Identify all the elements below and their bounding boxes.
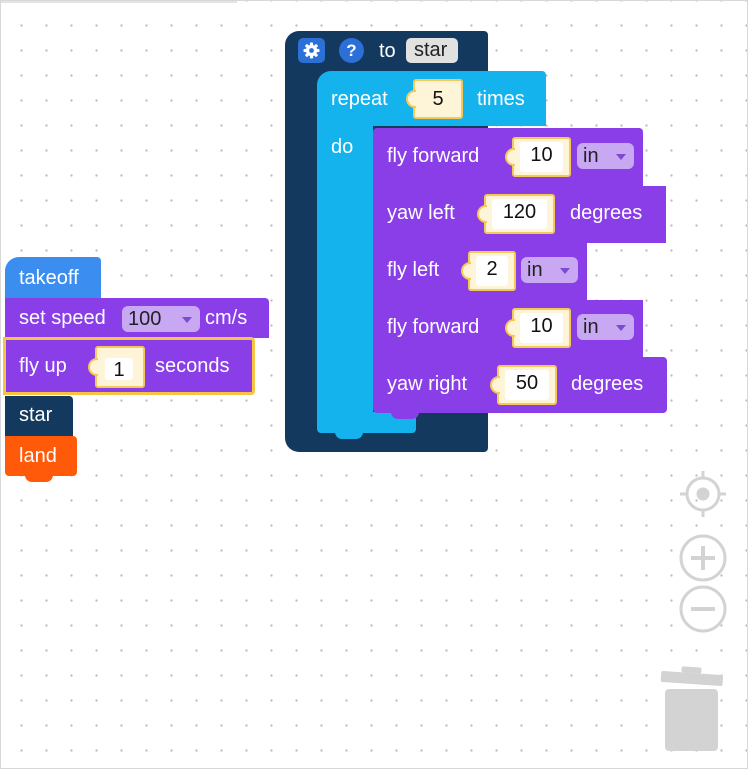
fly-left-label: fly left <box>387 259 440 281</box>
value-connector-nub <box>505 148 515 166</box>
chevron-down-icon <box>616 325 626 331</box>
unit-dropdown-3[interactable]: in <box>577 314 634 340</box>
fly-forward-label-2: fly forward <box>387 316 480 338</box>
set-speed-block[interactable]: set speed 100 cm/s <box>5 298 269 338</box>
fly-up-block[interactable]: fly up 1 seconds <box>3 337 255 395</box>
fly-up-value-input[interactable]: 1 <box>88 346 145 388</box>
repeat-count: 5 <box>425 87 451 111</box>
fly-forward-value-1: 10 <box>520 142 563 172</box>
unit-dropdown-value-3: in <box>583 316 599 338</box>
land-block[interactable]: land <box>5 436 77 476</box>
fly-up-value: 1 <box>105 358 133 381</box>
zoom-in-icon[interactable] <box>679 534 727 582</box>
fly-up-label: fly up <box>19 355 67 377</box>
fly-up-unit-label: seconds <box>155 355 230 377</box>
repeat-bottom-notch <box>335 432 363 439</box>
center-icon-graphic <box>680 471 726 517</box>
yaw-right-value-input[interactable]: 50 <box>490 365 557 405</box>
yaw-right-label: yaw right <box>387 373 468 395</box>
repeat-arm <box>317 125 373 425</box>
unit-dropdown-value-2: in <box>527 259 543 281</box>
unit-dropdown-value-1: in <box>583 145 599 167</box>
fly-forward-label-1: fly forward <box>387 145 480 167</box>
fly-left-value: 2 <box>476 256 508 286</box>
fly-forward-value-input-1[interactable]: 10 <box>505 137 571 177</box>
chevron-down-icon <box>560 268 570 274</box>
value-connector-nub <box>505 319 515 337</box>
fly-left-block[interactable]: fly left 2 in <box>373 243 587 300</box>
zoom-in-icon-graphic <box>679 534 727 582</box>
speed-dropdown-value: 100 <box>128 308 162 330</box>
set-speed-label: set speed <box>19 307 106 329</box>
value-connector-nub <box>477 205 487 223</box>
yaw-right-unit-label: degrees <box>571 373 644 395</box>
zoom-out-icon[interactable] <box>679 585 727 633</box>
value-connector-nub <box>88 358 98 376</box>
center-icon[interactable] <box>679 470 727 518</box>
fly-forward-value-input-2[interactable]: 10 <box>505 308 571 348</box>
times-label: times <box>477 88 525 110</box>
gear-icon[interactable] <box>298 38 325 63</box>
yaw-left-block[interactable]: yaw left 120 degrees <box>373 186 666 243</box>
yaw-left-label: yaw left <box>387 202 455 224</box>
chevron-down-icon <box>182 317 192 323</box>
speed-unit-label: cm/s <box>205 307 248 329</box>
repeat-label: repeat <box>331 88 388 110</box>
workspace-top-edge <box>1 1 237 3</box>
fly-forward-block-1[interactable]: fly forward 10 in <box>373 128 643 186</box>
value-connector-nub <box>490 376 500 394</box>
trash-icon[interactable] <box>657 665 727 755</box>
repeat-block[interactable]: repeat 5 times <box>317 71 546 126</box>
gear-icon-graphic <box>303 42 320 59</box>
yaw-left-unit-label: degrees <box>570 202 643 224</box>
function-name: star <box>414 39 448 61</box>
help-icon[interactable]: ? <box>339 38 364 63</box>
value-connector-nub <box>406 90 416 108</box>
land-label: land <box>19 445 57 467</box>
yaw-right-bottom-notch <box>391 412 419 419</box>
to-label: to <box>379 40 396 62</box>
star-call-block[interactable]: star <box>5 396 73 436</box>
do-label: do <box>331 136 354 158</box>
yaw-left-value: 120 <box>492 199 547 229</box>
takeoff-label: takeoff <box>19 267 79 289</box>
trash-icon-graphic <box>660 666 724 751</box>
fly-forward-block-2[interactable]: fly forward 10 in <box>373 300 643 357</box>
repeat-count-input[interactable]: 5 <box>406 79 463 119</box>
value-connector-nub <box>461 262 471 280</box>
function-name-field[interactable]: star <box>406 38 458 63</box>
yaw-right-value: 50 <box>505 370 549 400</box>
speed-dropdown[interactable]: 100 <box>122 306 200 332</box>
zoom-out-icon-graphic <box>679 585 727 633</box>
chevron-down-icon <box>616 154 626 160</box>
takeoff-block[interactable]: takeoff <box>5 257 101 299</box>
fly-left-value-input[interactable]: 2 <box>461 251 516 291</box>
land-bottom-notch <box>25 475 53 482</box>
unit-dropdown-1[interactable]: in <box>577 143 634 169</box>
star-call-label: star <box>19 404 53 426</box>
yaw-left-value-input[interactable]: 120 <box>477 194 555 234</box>
fly-forward-value-2: 10 <box>520 313 563 343</box>
unit-dropdown-2[interactable]: in <box>521 257 578 283</box>
yaw-right-block[interactable]: yaw right 50 degrees <box>373 357 667 413</box>
